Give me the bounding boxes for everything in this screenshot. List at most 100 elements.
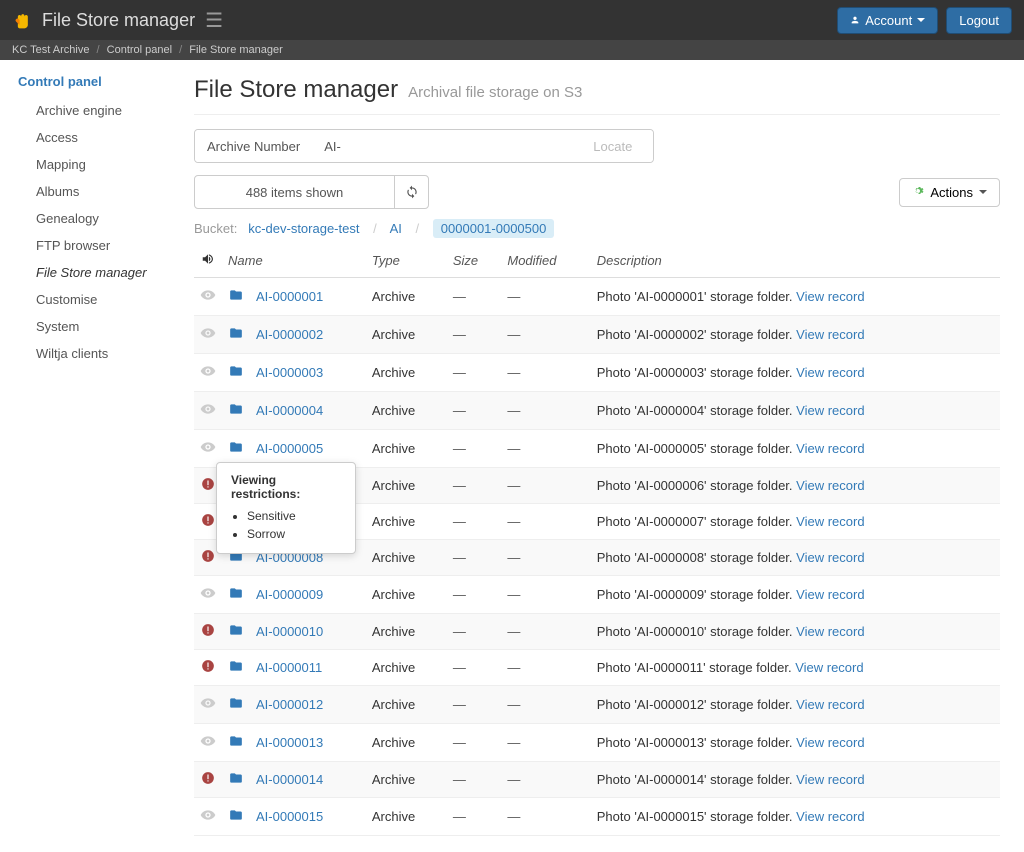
view-record-link[interactable]: View record (796, 735, 864, 750)
archive-number-input[interactable] (353, 130, 573, 162)
view-record-link[interactable]: View record (796, 403, 864, 418)
table-row: AI-0000014Archive——Photo 'AI-0000014' st… (194, 762, 1000, 798)
archive-link[interactable]: AI-0000004 (256, 403, 323, 418)
archive-link[interactable]: AI-0000005 (256, 441, 323, 456)
view-record-link[interactable]: View record (796, 441, 864, 456)
table-row: AI-0000015Archive——Photo 'AI-0000015' st… (194, 798, 1000, 836)
breadcrumb-link[interactable]: File Store manager (189, 44, 283, 56)
cell-size: — (447, 576, 502, 614)
user-icon (850, 15, 860, 25)
sidebar-item[interactable]: File Store manager (18, 259, 170, 286)
gear-icon (912, 185, 924, 200)
cell-size: — (447, 316, 502, 354)
cell-size: — (447, 392, 502, 430)
chevron-down-icon (979, 190, 987, 194)
archive-link[interactable]: AI-0000011 (256, 660, 322, 675)
search-prefix: AI- (312, 130, 353, 162)
folder-icon (222, 392, 250, 430)
view-record-link[interactable]: View record (796, 772, 864, 787)
view-record-link[interactable]: View record (796, 587, 864, 602)
archive-link[interactable]: AI-0000014 (256, 772, 323, 787)
cell-description: Photo 'AI-0000008' storage folder. View … (591, 540, 1000, 576)
archive-link[interactable]: AI-0000015 (256, 809, 323, 824)
cell-size: — (447, 686, 502, 724)
tooltip-item: Sorrow (247, 525, 341, 543)
account-menu[interactable]: Account (837, 7, 938, 34)
view-record-link[interactable]: View record (796, 624, 864, 639)
eye-icon (194, 392, 222, 430)
archive-link[interactable]: AI-0000001 (256, 289, 323, 304)
table-row: AI-0000004Archive——Photo 'AI-0000004' st… (194, 392, 1000, 430)
cell-type: Archive (366, 392, 447, 430)
cell-modified: — (501, 316, 590, 354)
sidebar-item[interactable]: Albums (18, 178, 170, 205)
view-record-link[interactable]: View record (795, 660, 863, 675)
breadcrumb: KC Test Archive / Control panel / File S… (0, 40, 1024, 60)
chevron-down-icon (917, 18, 925, 22)
cell-type: Archive (366, 504, 447, 540)
col-modified: Modified (501, 244, 590, 278)
folder-icon (222, 576, 250, 614)
cell-type: Archive (366, 278, 447, 316)
logout-button[interactable]: Logout (946, 7, 1012, 34)
view-record-link[interactable]: View record (796, 365, 864, 380)
warning-icon (194, 650, 222, 686)
breadcrumb-link[interactable]: Control panel (107, 44, 172, 56)
cell-size: — (447, 354, 502, 392)
cell-description: Photo 'AI-0000009' storage folder. View … (591, 576, 1000, 614)
search-label: Archive Number (195, 130, 312, 162)
eye-icon (194, 316, 222, 354)
sidebar-item[interactable]: Wiltja clients (18, 340, 170, 367)
cell-type: Archive (366, 686, 447, 724)
archive-link[interactable]: AI-0000010 (256, 624, 323, 639)
eye-icon (194, 576, 222, 614)
view-record-link[interactable]: View record (796, 809, 864, 824)
cell-type: Archive (366, 430, 447, 468)
archive-link[interactable]: AI-0000003 (256, 365, 323, 380)
cell-size: — (447, 504, 502, 540)
sidebar-item[interactable]: Customise (18, 286, 170, 313)
search-group: Archive Number AI- Locate (194, 129, 654, 163)
refresh-button[interactable] (394, 176, 428, 208)
path-segment[interactable]: AI (390, 221, 402, 236)
sidebar-item[interactable]: Mapping (18, 151, 170, 178)
locate-button[interactable]: Locate (573, 130, 653, 162)
sidebar-item[interactable]: Genealogy (18, 205, 170, 232)
restriction-tooltip: Viewing restrictions: SensitiveSorrow (216, 462, 356, 554)
sidebar-item[interactable]: FTP browser (18, 232, 170, 259)
cell-description: Photo 'AI-0000013' storage folder. View … (591, 724, 1000, 762)
view-record-link[interactable]: View record (796, 697, 864, 712)
folder-icon (222, 798, 250, 836)
folder-icon (222, 614, 250, 650)
path-segment[interactable]: kc-dev-storage-test (248, 221, 359, 236)
breadcrumb-link[interactable]: KC Test Archive (12, 44, 89, 56)
cell-description: Photo 'AI-0000010' storage folder. View … (591, 614, 1000, 650)
col-type: Type (366, 244, 447, 278)
warning-icon (194, 614, 222, 650)
folder-icon (222, 316, 250, 354)
path-segment-current[interactable]: 0000001-0000500 (433, 219, 555, 238)
view-record-link[interactable]: View record (796, 327, 864, 342)
view-record-link[interactable]: View record (796, 550, 864, 565)
folder-icon (222, 686, 250, 724)
menu-icon[interactable]: ☰ (205, 8, 223, 33)
archive-link[interactable]: AI-0000012 (256, 697, 323, 712)
archive-link[interactable]: AI-0000002 (256, 327, 323, 342)
cell-type: Archive (366, 576, 447, 614)
view-record-link[interactable]: View record (796, 478, 864, 493)
cell-size: — (447, 278, 502, 316)
sidebar-item[interactable]: System (18, 313, 170, 340)
view-record-link[interactable]: View record (796, 289, 864, 304)
table-row: AI-0000002Archive——Photo 'AI-0000002' st… (194, 316, 1000, 354)
sidebar-title[interactable]: Control panel (18, 74, 170, 89)
cell-description: Photo 'AI-0000003' storage folder. View … (591, 354, 1000, 392)
actions-menu[interactable]: Actions (899, 178, 1000, 207)
col-name: Name (222, 244, 366, 278)
archive-link[interactable]: AI-0000009 (256, 587, 323, 602)
archive-link[interactable]: AI-0000013 (256, 735, 323, 750)
sidebar-item[interactable]: Access (18, 124, 170, 151)
cell-modified: — (501, 762, 590, 798)
cell-modified: — (501, 278, 590, 316)
sidebar-item[interactable]: Archive engine (18, 97, 170, 124)
view-record-link[interactable]: View record (796, 514, 864, 529)
